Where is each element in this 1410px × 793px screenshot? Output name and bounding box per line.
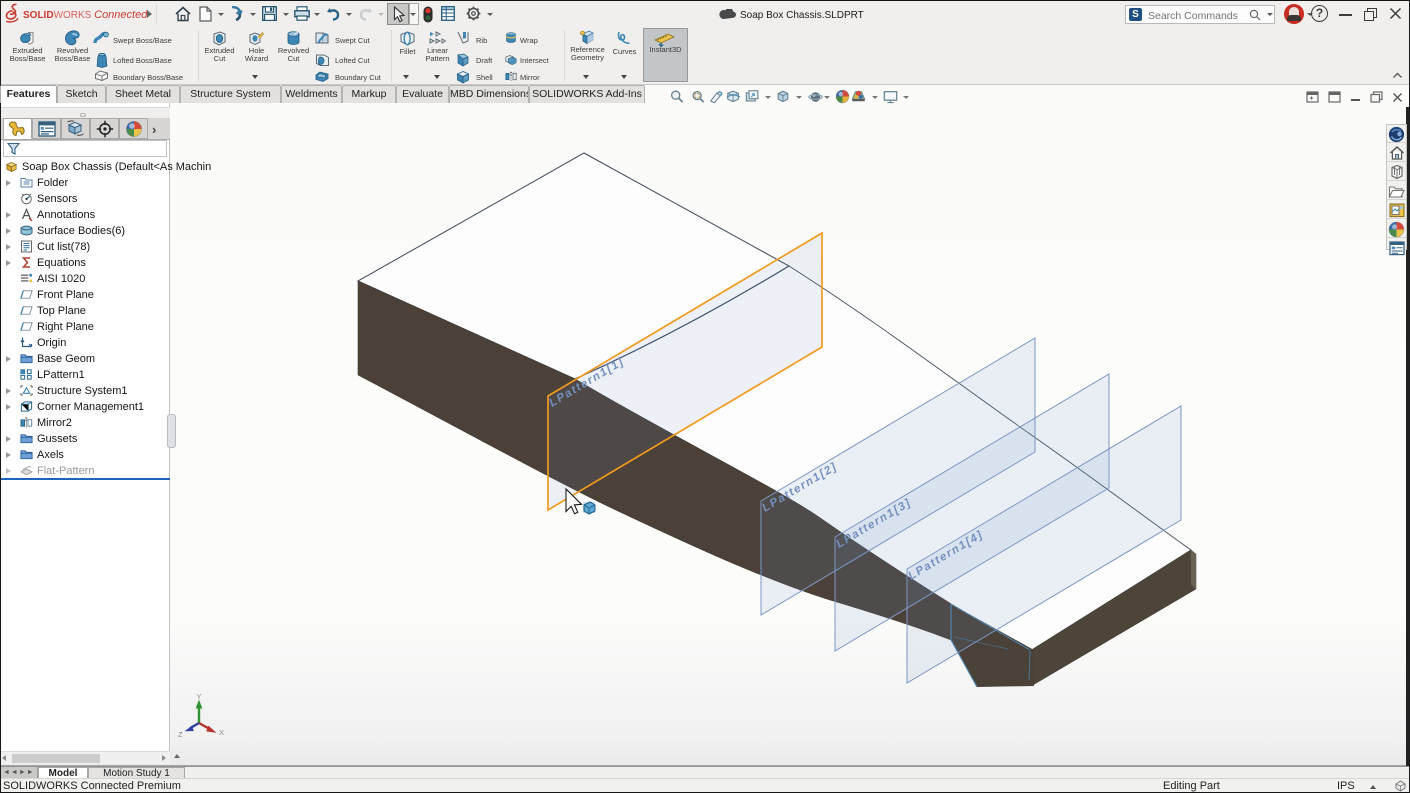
svg-text:Y: Y xyxy=(197,692,202,701)
svg-text:Z: Z xyxy=(178,730,183,739)
svg-text:X: X xyxy=(219,728,224,737)
